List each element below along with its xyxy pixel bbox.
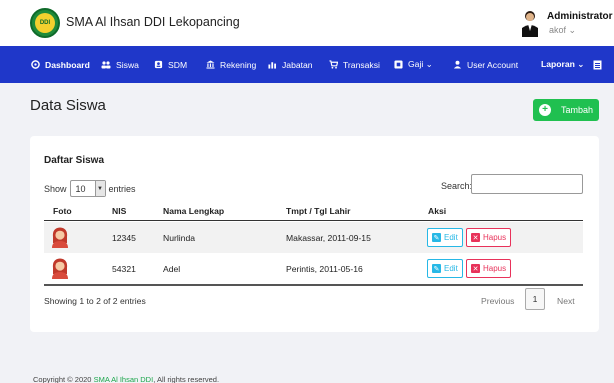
nav-label: Siswa [116, 59, 139, 70]
nis-cell: 54321 [112, 264, 136, 274]
column-header-foto[interactable]: Foto [53, 206, 72, 216]
nav-label: Laporan ⌄ [541, 59, 585, 69]
dashboard-icon [30, 60, 40, 70]
edit-label: Edit [444, 264, 458, 273]
student-photo-female-icon [52, 227, 68, 248]
edit-icon: ✎ [432, 233, 441, 242]
school-logo[interactable]: DDI [30, 8, 60, 38]
show-label: Show [44, 183, 67, 194]
header-divider [44, 220, 583, 221]
nav-label: User Account [467, 59, 519, 70]
nav-item-user-account[interactable]: User Account [452, 46, 518, 83]
birth-cell: Makassar, 2011-09-15 [286, 233, 371, 243]
card-title: Daftar Siswa [44, 155, 105, 166]
plus-icon: + [539, 104, 551, 116]
edit-icon: ✎ [432, 264, 441, 273]
money-icon [393, 60, 403, 70]
bank-icon [205, 60, 215, 70]
student-photo-female-icon [52, 258, 68, 279]
cart-icon [328, 60, 338, 70]
search-input[interactable] [471, 174, 583, 194]
name-cell: Adel [163, 264, 181, 274]
nav-label: Rekening [220, 59, 257, 70]
delete-icon: ✕ [471, 233, 480, 242]
footer-copyright: Copyright © 2020 [33, 375, 92, 383]
student-table-card: Daftar Siswa Show 10 ▼ entries Search: F… [30, 136, 599, 332]
id-card-icon [153, 60, 163, 70]
column-header-nama[interactable]: Nama Lengkap [163, 206, 224, 216]
edit-button[interactable]: ✎ Edit [427, 259, 463, 278]
nav-label: Jabatan [282, 59, 313, 70]
pagination-next[interactable]: Next [557, 296, 575, 306]
nav-label: Dashboard [45, 59, 90, 70]
nav-item-sdm[interactable]: SDM [153, 46, 187, 83]
entries-label: entries [108, 183, 136, 194]
entries-select-value: 10 [75, 183, 86, 194]
chart-icon [267, 60, 277, 70]
nav-item-transaksi[interactable]: Transaksi [328, 46, 380, 83]
page-footer: Copyright © 2020 SMA Al Ihsan DDI, All r… [33, 375, 219, 383]
chevron-down-icon: ▼ [94, 181, 105, 196]
user-subtitle-dropdown[interactable]: akof ⌄ [549, 25, 576, 36]
nav-item-rekening[interactable]: Rekening [205, 46, 256, 83]
delete-label: Hapus [483, 233, 507, 242]
page-title: Data Siswa [30, 97, 106, 114]
nav-item-laporan[interactable]: Laporan ⌄ [541, 46, 603, 83]
delete-label: Hapus [483, 264, 507, 273]
brand-title[interactable]: SMA Al Ihsan DDI Lekopancing [66, 15, 240, 29]
pagination-previous[interactable]: Previous [481, 296, 514, 306]
add-student-button[interactable]: + Tambah [533, 99, 599, 121]
table-info: Showing 1 to 2 of 2 entries [44, 296, 146, 306]
footer-rights: , All rights reserved. [153, 375, 220, 383]
birth-cell: Perintis, 2011-05-16 [286, 264, 363, 274]
nav-item-gaji[interactable]: Gaji ⌄ [393, 46, 433, 83]
delete-button[interactable]: ✕ Hapus [466, 228, 512, 247]
delete-icon: ✕ [471, 264, 480, 273]
nav-item-jabatan[interactable]: Jabatan [267, 46, 313, 83]
nav-label: Gaji ⌄ [408, 59, 433, 69]
table-row: 12345 Nurlinda Makassar, 2011-09-15 ✎ Ed… [44, 222, 583, 253]
search-label: Search: [441, 181, 473, 191]
nav-item-siswa[interactable]: Siswa [101, 46, 139, 83]
entries-select[interactable]: 10 ▼ [69, 180, 106, 197]
main-navbar: Dashboard Siswa SDM Rekening Jabatan Tra… [0, 46, 614, 83]
edit-label: Edit [444, 233, 458, 242]
column-header-nis[interactable]: NIS [112, 206, 126, 216]
user-name[interactable]: Administrator [547, 11, 613, 22]
column-header-aksi[interactable]: Aksi [428, 206, 446, 216]
user-avatar-icon[interactable] [520, 9, 540, 37]
edit-button[interactable]: ✎ Edit [427, 228, 463, 247]
logo-text: DDI [35, 13, 55, 33]
column-header-ttl[interactable]: Tmpt / Tgl Lahir [286, 206, 350, 216]
user-icon [452, 60, 462, 70]
nav-label: Transaksi [343, 59, 380, 70]
entries-length-control: Show 10 ▼ entries [44, 180, 136, 197]
table-row: 54321 Adel Perintis, 2011-05-16 ✎ Edit ✕… [44, 253, 583, 284]
footer-link[interactable]: SMA Al Ihsan DDI [94, 375, 154, 383]
delete-button[interactable]: ✕ Hapus [466, 259, 512, 278]
table-footer-divider [44, 284, 583, 286]
users-icon [101, 60, 111, 70]
nav-item-dashboard[interactable]: Dashboard [30, 46, 90, 83]
pagination-page-1[interactable]: 1 [525, 288, 545, 310]
add-button-label: Tambah [561, 105, 594, 115]
nav-label: SDM [168, 59, 188, 70]
nis-cell: 12345 [112, 233, 136, 243]
document-icon [593, 60, 603, 70]
top-header: DDI SMA Al Ihsan DDI Lekopancing Adminis… [0, 0, 614, 46]
name-cell: Nurlinda [163, 233, 196, 243]
